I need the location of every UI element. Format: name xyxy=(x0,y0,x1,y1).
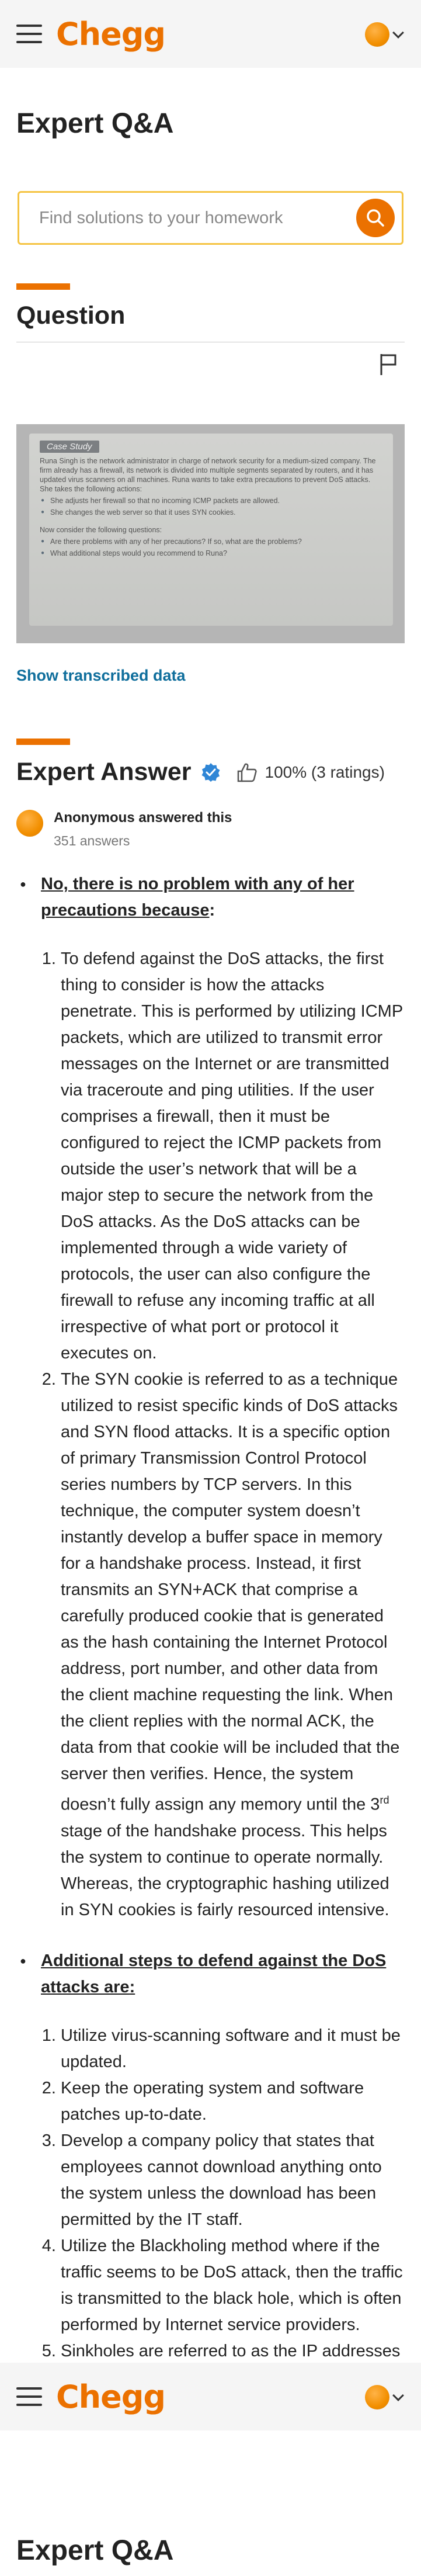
page-title: Expert Q&A xyxy=(16,108,174,139)
show-transcribed-data-link[interactable]: Show transcribed data xyxy=(0,667,421,685)
search-input[interactable]: Find solutions to your homework xyxy=(39,209,356,228)
case-question: What additional steps would you recommen… xyxy=(40,549,382,558)
author-avatar-icon xyxy=(16,810,43,837)
thumbs-up-icon[interactable] xyxy=(236,761,258,783)
search-bar[interactable]: Find solutions to your homework xyxy=(18,191,403,245)
answer-list-1: To defend against the DoS attacks, the f… xyxy=(0,946,403,1923)
answer-heading: Expert Answer xyxy=(16,758,192,786)
list-item: No, there is no problem with any of her … xyxy=(20,871,403,924)
answer-section: Expert Answer 100% (3 ratings) Anonymous… xyxy=(0,739,421,2391)
question-image: Case Study Runa Singh is the network adm… xyxy=(16,424,405,643)
answer-list-2: Utilize virus-scanning software and it m… xyxy=(0,2023,403,2391)
flag-icon[interactable] xyxy=(379,353,398,376)
section-1-title: No, there is no problem with any of her … xyxy=(41,875,354,920)
case-question: Are there problems with any of her preca… xyxy=(40,537,382,546)
case-prompt: Now consider the following questions: xyxy=(40,526,162,534)
chevron-down-icon[interactable] xyxy=(392,2390,404,2401)
list-item: Keep the operating system and software p… xyxy=(61,2075,403,2128)
answer-header: Expert Answer 100% (3 ratings) xyxy=(0,758,421,786)
list-item: Additional steps to defend against the D… xyxy=(20,1948,403,2001)
section-accent-bar xyxy=(16,739,70,745)
hamburger-icon[interactable] xyxy=(16,2387,42,2406)
case-action: She changes the web server so that it us… xyxy=(40,508,382,517)
case-study-tag: Case Study xyxy=(40,441,99,453)
case-paragraph: Runa Singh is the network administrator … xyxy=(40,457,376,493)
section-accent-bar xyxy=(16,283,70,290)
user-avatar-icon[interactable] xyxy=(365,2385,389,2409)
question-section: Question Case Study Runa Singh is the ne… xyxy=(0,283,421,685)
chevron-down-icon[interactable] xyxy=(392,27,404,39)
case-action: She adjusts her firewall so that no inco… xyxy=(40,496,382,505)
search-icon xyxy=(367,209,384,227)
author-name: Anonymous answered this xyxy=(54,810,232,826)
search-button[interactable] xyxy=(356,199,395,237)
rating-text: 100% (3 ratings) xyxy=(265,762,385,781)
hamburger-icon[interactable] xyxy=(16,25,42,43)
list-item: The SYN cookie is referred to as a techn… xyxy=(61,1367,403,1923)
chegg-logo[interactable]: Chegg xyxy=(56,16,166,53)
list-item: Utilize the Blackholing method where if … xyxy=(61,2233,403,2338)
answer-author: Anonymous answered this 351 answers xyxy=(0,810,421,849)
user-avatar-icon[interactable] xyxy=(365,22,389,47)
author-answer-count: 351 answers xyxy=(54,833,130,848)
question-paper: Case Study Runa Singh is the network adm… xyxy=(29,434,393,626)
page-title: Expert Q&A xyxy=(16,2535,174,2566)
account-menu[interactable] xyxy=(365,22,404,47)
section-2-title: Additional steps to defend against the D… xyxy=(41,1951,387,1996)
answer-content: No, there is no problem with any of her … xyxy=(0,871,421,2391)
chegg-logo[interactable]: Chegg xyxy=(56,2379,166,2415)
top-header: Chegg xyxy=(0,0,421,68)
list-item: Utilize virus-scanning software and it m… xyxy=(61,2023,403,2075)
question-heading: Question xyxy=(16,301,126,330)
list-item: To defend against the DoS attacks, the f… xyxy=(61,946,403,1367)
list-item: Develop a company policy that states tha… xyxy=(61,2128,403,2233)
sticky-header: Chegg xyxy=(0,2363,421,2431)
account-menu[interactable] xyxy=(365,2385,404,2409)
verified-badge-icon xyxy=(201,762,220,782)
